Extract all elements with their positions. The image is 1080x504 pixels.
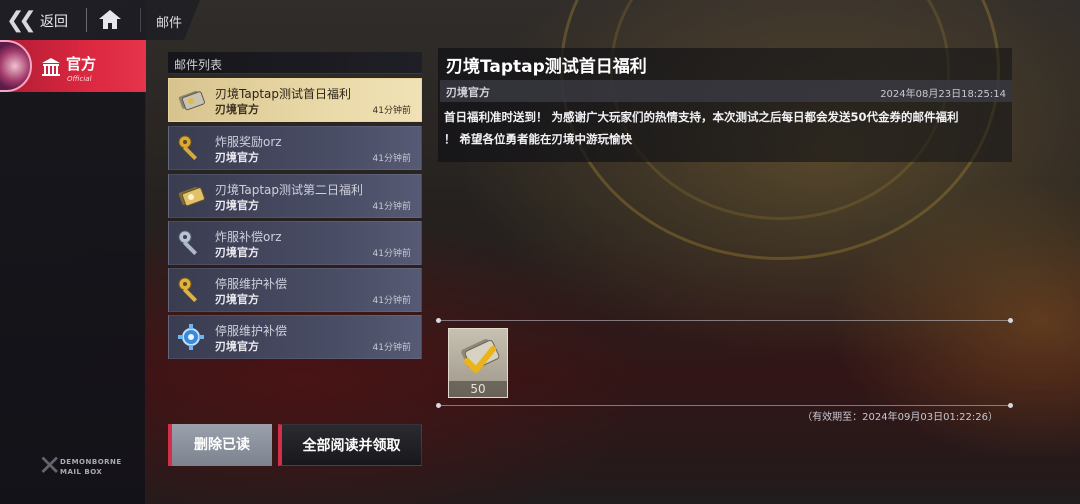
mail-sender: 刃境官方 <box>215 340 259 353</box>
mail-item-6[interactable]: 停服维护补偿 刃境官方 41分钟前 <box>168 315 422 359</box>
mail-item-5[interactable]: 停服维护补偿 刃境官方 41分钟前 <box>168 268 422 312</box>
golden-ticket-icon <box>175 180 207 212</box>
separator-dot <box>436 318 441 323</box>
mail-detail-date: 2024年08月23日18:25:14 <box>880 89 1006 100</box>
separator-dot <box>1008 318 1013 323</box>
mail-title: 刃境Taptap测试首日福利 <box>215 87 351 101</box>
mail-sender: 刃境官方 <box>215 246 259 259</box>
divider <box>86 8 87 32</box>
read-all-claim-button[interactable]: 全部阅读并领取 <box>278 424 422 466</box>
logo-x-icon: ✕ <box>38 449 62 482</box>
logo-line2: MAIL BOX <box>60 468 103 476</box>
attachment-separator-top <box>440 320 1010 321</box>
mail-body-line: 首日福利准时送到！ 为感谢广大玩家们的热情支持，本次测试之后每日都会发送50代金… <box>444 110 959 124</box>
mail-title: 停服维护补偿 <box>215 324 288 338</box>
attachment-separator-bottom <box>440 405 1010 406</box>
separator-dot <box>1008 403 1013 408</box>
mail-item-3[interactable]: 刃境Taptap测试第二日福利 刃境官方 41分钟前 <box>168 174 422 218</box>
mail-time: 41分钟前 <box>372 202 411 212</box>
golden-key-icon <box>175 274 207 306</box>
divider <box>140 8 141 32</box>
mail-item-1[interactable]: 刃境Taptap测试首日福利 刃境官方 41分钟前 <box>168 78 422 122</box>
expiry-text: （有效期至：2024年09月03日01:22:26） <box>802 412 998 423</box>
mail-item-2[interactable]: 炸服奖励orz 刃境官方 41分钟前 <box>168 126 422 170</box>
golden-key-icon <box>175 132 207 164</box>
mail-detail-sender: 刃境官方 <box>446 86 490 99</box>
mail-sender: 刃境官方 <box>215 293 259 306</box>
logo-line1: DEMONBORNE <box>60 458 122 466</box>
home-icon[interactable] <box>96 6 124 34</box>
reward-count: 50 <box>449 381 507 397</box>
golden-ticket-icon <box>175 84 207 116</box>
mail-sender: 刃境官方 <box>215 103 259 116</box>
blue-gear-icon <box>175 321 207 353</box>
mail-item-4[interactable]: 炸服补偿orz 刃境官方 41分钟前 <box>168 221 422 265</box>
mail-title: 炸服奖励orz <box>215 135 282 149</box>
reward-item[interactable]: 50 <box>448 328 508 398</box>
voucher-ticket-icon <box>457 333 501 379</box>
separator-dot <box>436 403 441 408</box>
silver-key-icon <box>175 227 207 259</box>
sidebar-tab-sublabel: Official <box>67 75 92 83</box>
mail-detail-body: 首日福利准时送到！ 为感谢广大玩家们的热情支持，本次测试之后每日都会发送50代金… <box>444 106 1010 150</box>
sidebar-tab-label: 官方 <box>66 55 97 73</box>
mail-body-line: ！ 希望各位勇者能在刃境中游玩愉快 <box>444 132 633 146</box>
temple-icon <box>40 56 62 78</box>
mail-detail-meta: 刃境官方 2024年08月23日18:25:14 <box>440 80 1012 102</box>
mail-time: 41分钟前 <box>372 296 411 306</box>
mail-detail-title: 刃境Taptap测试首日福利 <box>446 57 647 77</box>
double-chevron-left-icon[interactable]: ❮❮ <box>6 8 37 33</box>
mail-title: 停服维护补偿 <box>215 277 288 291</box>
mail-time: 41分钟前 <box>372 343 411 353</box>
delete-read-button[interactable]: 删除已读 <box>168 424 272 466</box>
mail-title: 炸服补偿orz <box>215 230 282 244</box>
mail-sender: 刃境官方 <box>215 199 259 212</box>
mail-time: 41分钟前 <box>372 154 411 164</box>
mail-sender: 刃境官方 <box>215 151 259 164</box>
mail-time: 41分钟前 <box>372 106 411 116</box>
back-button[interactable]: 返回 <box>40 11 68 31</box>
mail-title: 刃境Taptap测试第二日福利 <box>215 183 363 197</box>
mail-list-title: 邮件列表 <box>174 58 223 72</box>
mail-time: 41分钟前 <box>372 249 411 259</box>
mail-list-header: 邮件列表 <box>168 52 422 74</box>
page-title: 邮件 <box>156 16 183 31</box>
